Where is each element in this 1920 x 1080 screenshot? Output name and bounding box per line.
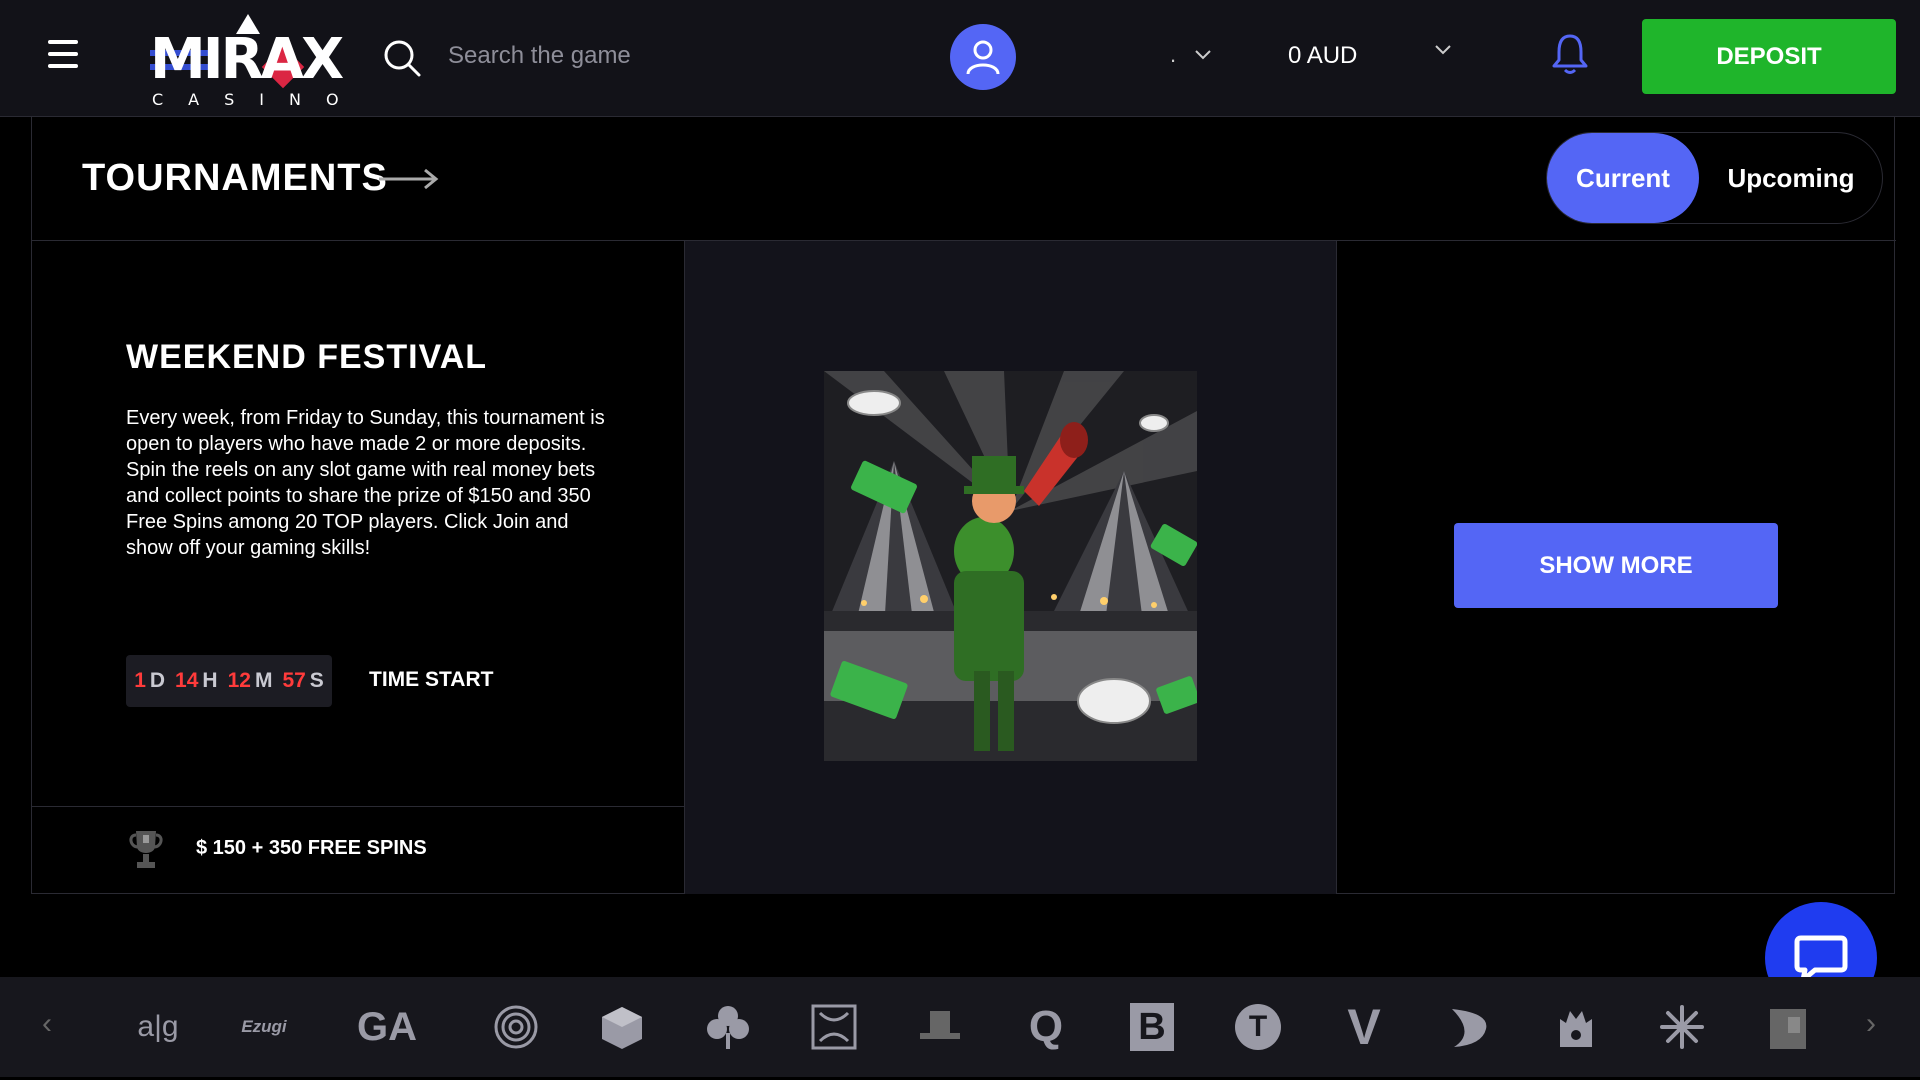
hat-provider-icon[interactable] <box>910 997 970 1057</box>
bell-icon[interactable] <box>1550 32 1590 76</box>
tab-upcoming[interactable]: Upcoming <box>1699 133 1883 223</box>
tournaments-header: TOURNAMENTS Current Upcoming <box>32 117 1896 241</box>
logo-subtext: CASINO <box>152 90 364 109</box>
user-avatar[interactable] <box>950 24 1016 90</box>
tournament-image-card <box>685 241 1337 894</box>
tournament-info-card: WEEKEND FESTIVAL Every week, from Friday… <box>32 241 685 894</box>
tournament-name: WEEKEND FESTIVAL <box>126 338 488 376</box>
gameart-logo-icon[interactable]: GA <box>342 997 432 1057</box>
v-provider-logo-icon[interactable]: V <box>1334 997 1394 1057</box>
aig-logo-icon[interactable]: a|g <box>128 997 188 1057</box>
pattern-provider-icon[interactable] <box>804 997 864 1057</box>
tournament-action-card: SHOW MORE <box>1337 241 1896 894</box>
arrow-right-icon[interactable] <box>377 167 441 191</box>
prize-row: $ 150 + 350 FREE SPINS <box>32 806 684 894</box>
timer-seconds: 57 <box>282 669 306 692</box>
t-provider-label: T <box>1235 1004 1281 1050</box>
chevron-right-icon[interactable]: › <box>1866 1007 1876 1041</box>
trophy-icon <box>129 831 163 868</box>
menu-icon[interactable] <box>48 40 80 70</box>
tab-current[interactable]: Current <box>1547 133 1699 223</box>
wing-provider-icon[interactable] <box>1440 997 1500 1057</box>
tournament-banner-image[interactable] <box>824 371 1197 761</box>
top-header: MIRAX CASINO . 0 AUD DEPOSIT <box>0 0 1920 117</box>
search-icon[interactable] <box>382 38 422 78</box>
timer-minutes-unit: M <box>254 669 273 692</box>
castle-provider-icon[interactable] <box>1546 997 1606 1057</box>
language-select[interactable]: . <box>1170 40 1212 70</box>
b-provider-logo-icon[interactable]: B <box>1122 997 1182 1057</box>
countdown-timer: 1 D 14 H 12 M 57 S <box>126 655 332 707</box>
block-provider-icon[interactable] <box>1758 997 1818 1057</box>
timer-seconds-unit: S <box>309 669 324 692</box>
prize-amount: $ 150 + 350 FREE SPINS <box>196 837 427 859</box>
tournaments-panel: TOURNAMENTS Current Upcoming WEEKEND FES… <box>31 117 1896 894</box>
tournament-tabs: Current Upcoming <box>1546 132 1883 224</box>
timer-days-unit: D <box>149 669 166 692</box>
tournament-description: Every week, from Friday to Sunday, this … <box>126 407 605 559</box>
timer-hours: 14 <box>175 669 199 692</box>
spiral-provider-icon[interactable] <box>486 997 546 1057</box>
mirax-casino-logo[interactable]: MIRAX CASINO <box>150 12 344 108</box>
chevron-down-icon <box>1195 50 1211 60</box>
clover-provider-icon[interactable] <box>698 997 758 1057</box>
quickspin-logo-icon[interactable]: Q <box>1016 997 1076 1057</box>
chevron-down-icon[interactable] <box>1434 44 1452 56</box>
timer-days: 1 <box>134 669 146 692</box>
balance-display[interactable]: 0 AUD <box>1288 38 1357 74</box>
timer-hours-unit: H <box>202 669 218 692</box>
deposit-button[interactable]: DEPOSIT <box>1642 19 1896 94</box>
search-input[interactable] <box>448 34 868 78</box>
user-icon <box>966 40 1000 75</box>
t-provider-logo-icon[interactable]: T <box>1228 997 1288 1057</box>
timer-minutes: 12 <box>227 669 251 692</box>
page-title: TOURNAMENTS <box>82 157 388 199</box>
show-more-button[interactable]: SHOW MORE <box>1454 523 1778 608</box>
snowflake-provider-icon[interactable] <box>1652 997 1712 1057</box>
ezugi-logo-icon[interactable]: Ezugi <box>234 997 294 1057</box>
language-value: . <box>1170 42 1177 67</box>
providers-bar: ‹ a|g Ezugi GA Q B T V › <box>0 977 1920 1077</box>
b-provider-label: B <box>1130 1003 1174 1051</box>
time-start-label: TIME START <box>369 668 494 691</box>
cube-provider-icon[interactable] <box>592 997 652 1057</box>
logo-wordmark: MIRAX <box>150 27 344 92</box>
chevron-left-icon[interactable]: ‹ <box>42 1007 52 1041</box>
